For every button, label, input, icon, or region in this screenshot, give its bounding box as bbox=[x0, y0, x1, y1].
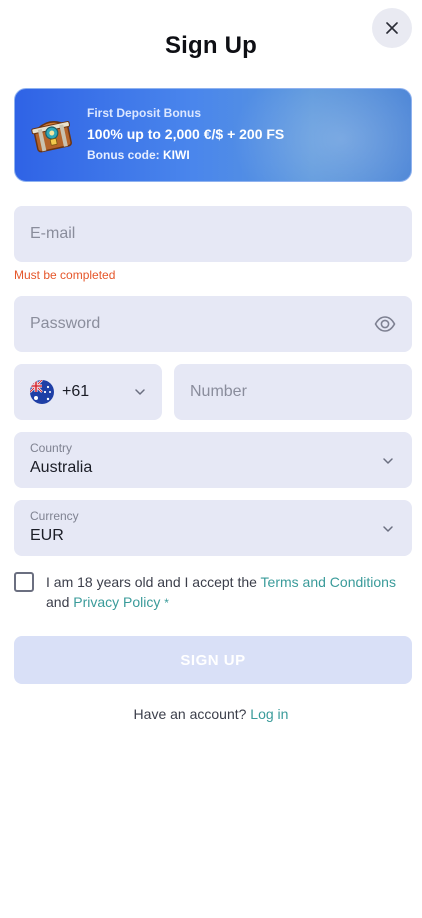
treasure-chest-icon bbox=[31, 121, 72, 153]
country-label: Country bbox=[30, 441, 73, 455]
email-field[interactable] bbox=[14, 206, 412, 262]
password-field-container bbox=[14, 296, 412, 352]
terms-text: I am 18 years old and I accept the Terms… bbox=[46, 572, 406, 613]
phone-code-select[interactable]: +61 bbox=[14, 364, 162, 420]
chevron-down-icon bbox=[135, 389, 145, 395]
country-value: Australia bbox=[30, 459, 93, 476]
chevron-down-icon bbox=[383, 526, 393, 532]
eye-icon[interactable] bbox=[374, 313, 396, 335]
terms-link[interactable]: Terms and Conditions bbox=[261, 574, 396, 590]
have-account-text: Have an account? bbox=[133, 706, 247, 722]
terms-checkbox[interactable] bbox=[14, 572, 34, 592]
chevron-down-icon bbox=[383, 458, 393, 464]
bonus-code-label: Bonus code: bbox=[87, 148, 160, 162]
password-field[interactable] bbox=[14, 296, 412, 352]
bonus-offer: 100% up to 2,000 €/$ + 200 FS bbox=[87, 126, 285, 142]
email-error-message: Must be completed bbox=[14, 268, 116, 282]
page-title: Sign Up bbox=[164, 32, 258, 59]
bonus-code-value: KIWI bbox=[163, 148, 190, 162]
required-mark: * bbox=[164, 596, 169, 610]
bonus-heading: First Deposit Bonus bbox=[87, 106, 202, 120]
currency-label: Currency bbox=[30, 509, 79, 523]
phone-number-container bbox=[174, 364, 412, 420]
currency-select[interactable]: Currency EUR bbox=[14, 500, 412, 556]
terms-prefix: I am 18 years old and I accept the bbox=[46, 574, 257, 590]
currency-value: EUR bbox=[30, 527, 64, 544]
bonus-code: Bonus code: KIWI bbox=[87, 148, 284, 162]
terms-and: and bbox=[46, 594, 70, 610]
phone-number-field[interactable] bbox=[174, 364, 412, 420]
email-field-container bbox=[14, 206, 412, 262]
login-link[interactable]: Log in bbox=[250, 706, 288, 722]
signup-button[interactable]: SIGN UP bbox=[14, 636, 412, 684]
country-select[interactable]: Country Australia bbox=[14, 432, 412, 488]
phone-code-value: +61 bbox=[62, 383, 90, 400]
login-prompt: Have an account? Log in bbox=[0, 706, 422, 722]
privacy-link[interactable]: Privacy Policy bbox=[73, 594, 160, 610]
bonus-banner[interactable]: First Deposit Bonus 100% up to 2,000 €/$… bbox=[14, 88, 412, 182]
australia-flag-icon bbox=[30, 380, 54, 404]
